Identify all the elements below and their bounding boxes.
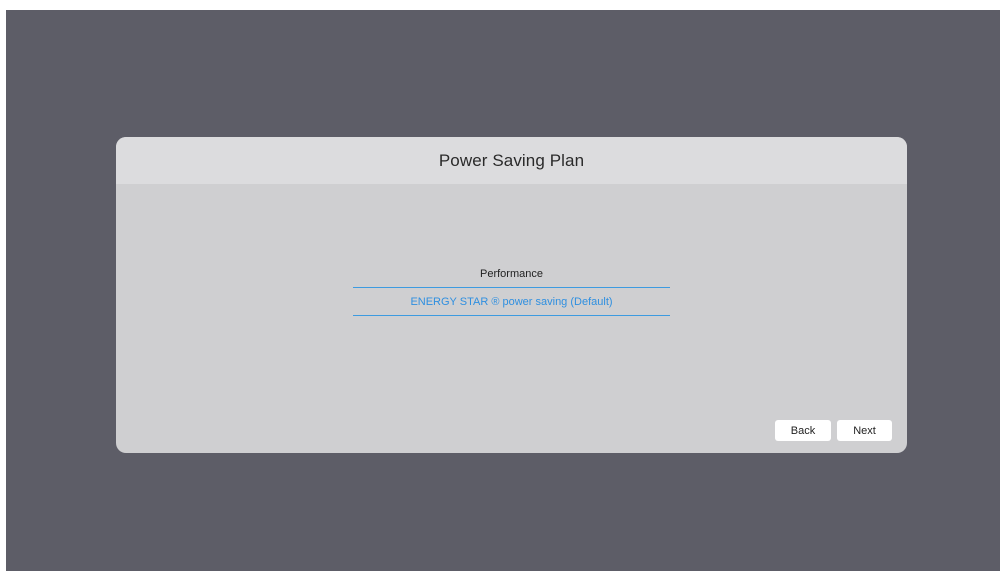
power-saving-dialog: Power Saving Plan Performance ENERGY STA… (116, 137, 907, 453)
option-performance[interactable]: Performance (353, 260, 670, 288)
next-button[interactable]: Next (837, 420, 892, 441)
screen-background: Power Saving Plan Performance ENERGY STA… (6, 10, 1000, 571)
dialog-header: Power Saving Plan (116, 137, 907, 184)
option-energy-star-power-saving[interactable]: ENERGY STAR ® power saving (Default) (353, 288, 670, 316)
back-button[interactable]: Back (775, 420, 831, 441)
power-plan-options: Performance ENERGY STAR ® power saving (… (353, 260, 670, 316)
dialog-title: Power Saving Plan (438, 150, 585, 170)
